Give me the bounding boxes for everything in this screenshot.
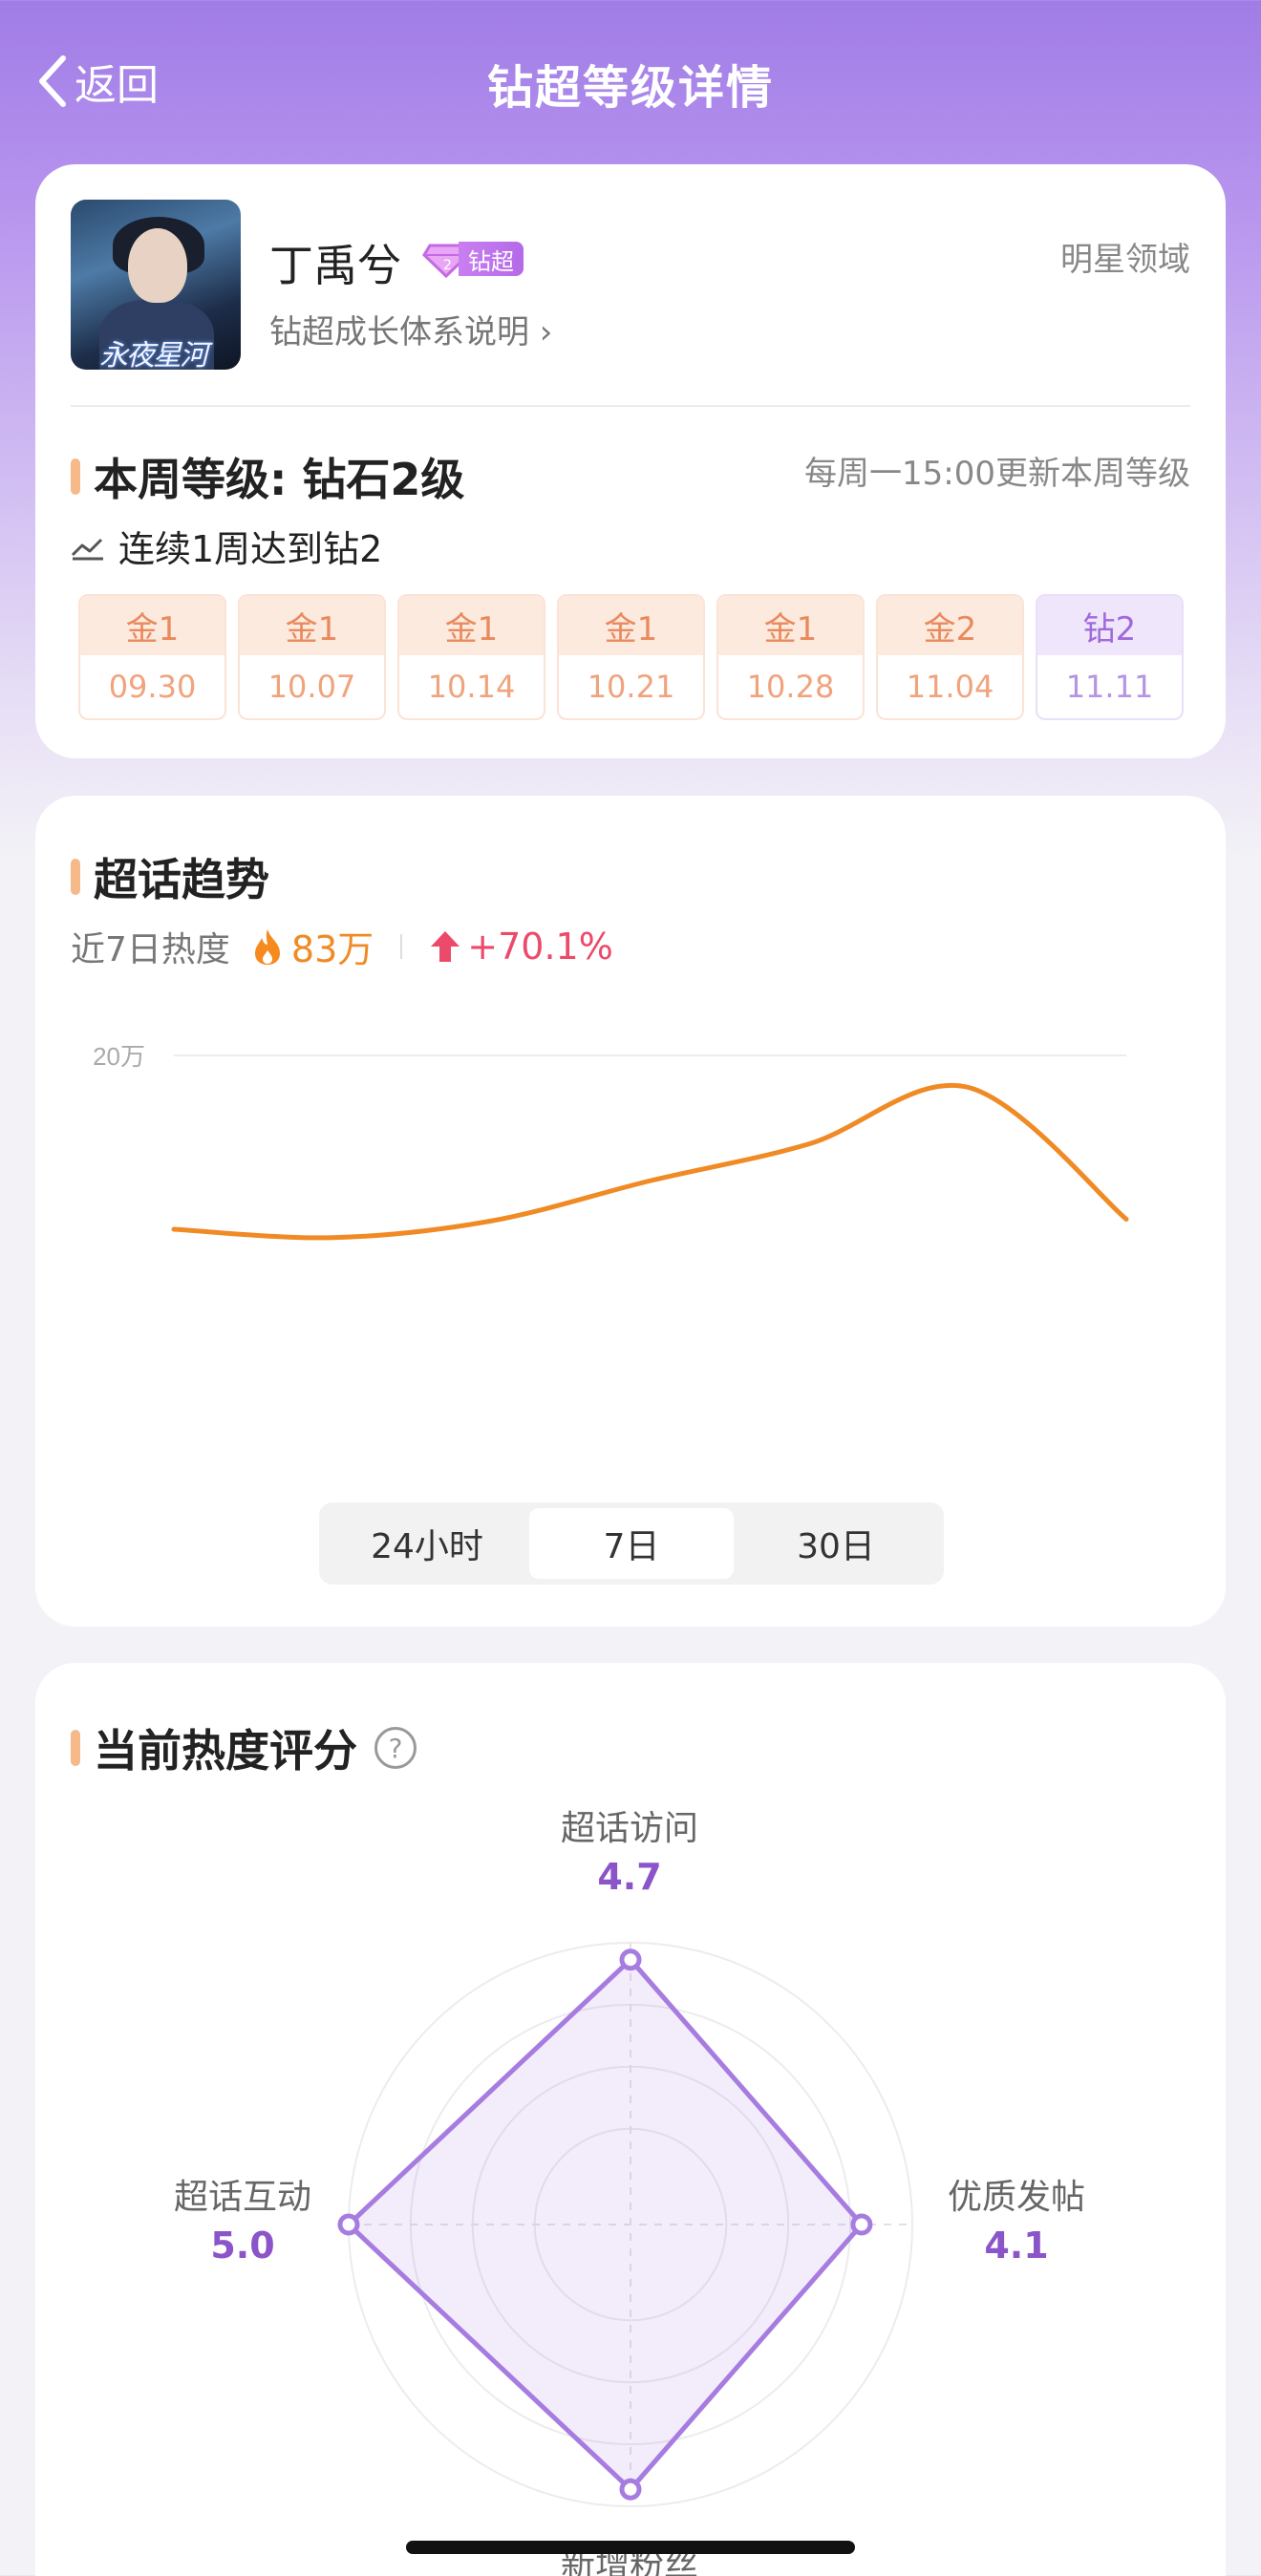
arrow-up-icon (431, 930, 460, 962)
week-item: 金1 10.14 (397, 594, 545, 720)
heat-change: +70.1% (467, 925, 613, 968)
trend-section-header: 超话趋势 (71, 845, 269, 908)
week-level: 金1 (718, 596, 863, 655)
nav-header: 返回 钻超等级详情 (0, 0, 1261, 162)
growth-system-link[interactable]: 钻超成长体系说明 › (269, 306, 552, 352)
tab-30d[interactable]: 30日 (734, 1508, 938, 1579)
week-date: 10.21 (587, 669, 675, 705)
week-item: 金1 09.30 (78, 594, 226, 720)
avatar[interactable]: 永夜星河 (71, 200, 241, 370)
svg-text:2: 2 (443, 258, 452, 273)
y-tick-label: 20万 (93, 1042, 145, 1071)
section-marker (71, 458, 80, 495)
week-date: 11.04 (906, 669, 994, 705)
heat-summary: 近7日热度 83万 +70.1% (71, 920, 613, 972)
radar-point (850, 2213, 873, 2236)
level-card: 永夜星河 丁禹兮 2 钻超 钻超成长体系说明 › 明星领域 本周等级: 钻石2级… (35, 164, 1226, 758)
trend-title: 超话趋势 (94, 854, 269, 905)
week-date: 10.28 (746, 669, 835, 705)
week-date: 10.14 (427, 669, 516, 705)
divider (71, 405, 1190, 407)
week-date: 11.11 (1065, 669, 1154, 705)
home-indicator (406, 2541, 855, 2554)
radar-point (337, 2213, 360, 2236)
separator (400, 933, 403, 959)
series-line (171, 1082, 1129, 1241)
axis-value-interaction: 5.0 (210, 2225, 275, 2267)
axis-value-visits: 4.7 (597, 1856, 662, 1898)
radar-point (619, 1948, 642, 1971)
week-item: 金2 11.04 (876, 594, 1024, 720)
week-level: 金1 (559, 596, 703, 655)
time-range-tabs: 24小时 7日 30日 (319, 1502, 944, 1585)
week-item-current: 钻2 11.11 (1036, 594, 1184, 720)
axis-label-visits: 超话访问 (560, 1809, 698, 1848)
week-level: 金2 (878, 596, 1022, 655)
trend-card: 超话趋势 近7日热度 83万 +70.1% 20万 0 11.0611.0711… (35, 796, 1226, 1627)
radar-area (346, 1957, 865, 2492)
week-item: 金1 10.21 (557, 594, 705, 720)
streak-text: 连续1周达到钻2 (118, 528, 383, 570)
trend-line-chart: 20万 0 11.0611.0711.0811.0911.10 (93, 1042, 1129, 1241)
fire-icon (254, 928, 280, 965)
diamond-badge: 2 钻超 (422, 239, 524, 279)
trend-up-icon (71, 538, 103, 560)
score-card: 当前热度评分 ? 超话访问 4.7 优质发帖 4.1 新增粉丝 超话互动 5.0 (35, 1663, 1226, 2576)
update-note: 每周一15:00更新本周等级 (804, 455, 1190, 493)
heat-value: 83万 (290, 928, 374, 970)
axis-label-interaction: 超话互动 (173, 2178, 311, 2217)
week-date: 09.30 (108, 669, 197, 705)
week-item: 金1 10.28 (716, 594, 865, 720)
week-level: 金1 (80, 596, 224, 655)
week-history: 金1 09.30 金1 10.07 金1 10.14 金1 10.21 金1 10.28 … (78, 594, 1184, 720)
badge-label: 钻超 (459, 242, 524, 276)
page-title: 钻超等级详情 (486, 61, 774, 115)
week-level: 金1 (240, 596, 384, 655)
week-level: 金1 (399, 596, 544, 655)
level-section-header: 本周等级: 钻石2级 (71, 445, 464, 508)
star-name: 丁禹兮 (269, 240, 401, 291)
streak-row: 连续1周达到钻2 (71, 520, 382, 572)
section-marker (71, 859, 80, 895)
axis-value-posts: 4.1 (984, 2225, 1049, 2267)
domain-tag[interactable]: 明星领域 (1060, 233, 1190, 280)
week-item: 金1 10.07 (238, 594, 386, 720)
weekly-level-title: 本周等级: 钻石2级 (94, 454, 465, 505)
avatar-title: 永夜星河 (99, 339, 208, 370)
tab-24h[interactable]: 24小时 (325, 1508, 529, 1579)
radar-point (619, 2478, 642, 2501)
axis-label-posts: 优质发帖 (947, 2178, 1085, 2217)
week-level: 钻2 (1037, 596, 1182, 655)
heat-label: 近7日热度 (71, 929, 230, 969)
tab-7d[interactable]: 7日 (529, 1508, 734, 1579)
week-date: 10.07 (267, 669, 356, 705)
